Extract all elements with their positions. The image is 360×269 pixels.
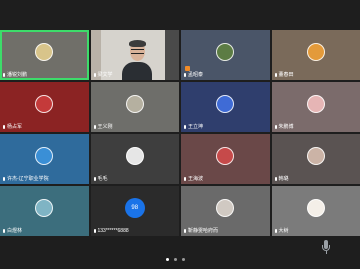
participant-name: 133******6888 bbox=[93, 228, 129, 234]
mic-icon bbox=[93, 125, 96, 129]
mic-icon bbox=[3, 125, 5, 129]
avatar bbox=[306, 95, 325, 113]
avatar bbox=[216, 43, 235, 61]
participant-tile[interactable]: 毛毛 bbox=[90, 134, 179, 184]
mic-icon bbox=[3, 73, 5, 77]
mic-icon bbox=[184, 229, 186, 233]
participant-name-text: 潘锐刘鹏 bbox=[7, 72, 28, 78]
participant-tile[interactable]: 98 133******6888 bbox=[90, 186, 179, 236]
participant-tile[interactable]: 朱鹏博 bbox=[271, 82, 360, 132]
participant-name-text: 王海波 bbox=[188, 176, 204, 182]
participant-tile[interactable]: 孟昭泰 bbox=[181, 30, 270, 80]
participant-name-text: 133******6888 bbox=[97, 228, 129, 234]
participant-name-text: 韩璐 bbox=[278, 176, 289, 182]
avatar bbox=[216, 199, 235, 217]
participant-tile[interactable]: 王立坤 bbox=[181, 82, 270, 132]
participant-name: 毛毛 bbox=[93, 176, 108, 182]
participant-name-text: 董春田 bbox=[278, 72, 294, 78]
page-indicator[interactable] bbox=[166, 258, 185, 261]
mic-icon bbox=[184, 177, 186, 181]
participant-tile[interactable]: 潘锐刘鹏 bbox=[0, 30, 89, 80]
participant-name-text: 孟昭泰 bbox=[188, 72, 204, 78]
participant-name-text: 毛毛 bbox=[97, 176, 108, 182]
page-dot[interactable] bbox=[166, 258, 169, 261]
participant-name-text: 王义刚 bbox=[97, 124, 113, 130]
mic-icon bbox=[93, 229, 96, 233]
participant-tile[interactable]: 韩璐 bbox=[271, 134, 360, 184]
mic-icon bbox=[274, 125, 277, 129]
avatar bbox=[216, 147, 235, 165]
participant-name-text: 梁文学 bbox=[97, 72, 113, 78]
avatar bbox=[306, 43, 325, 61]
participant-name: 靳静雯哈府而 bbox=[184, 228, 218, 234]
avatar bbox=[306, 147, 325, 165]
participant-tile[interactable]: 白煜林 bbox=[0, 186, 89, 236]
participant-name: 董春田 bbox=[274, 72, 294, 78]
avatar bbox=[35, 43, 54, 61]
microphone-icon-stem bbox=[325, 251, 327, 254]
mic-icon bbox=[3, 229, 5, 233]
participant-tile[interactable]: 王义刚 bbox=[90, 82, 179, 132]
avatar bbox=[35, 199, 54, 217]
avatar: 98 bbox=[124, 198, 145, 218]
mic-icon bbox=[93, 177, 96, 181]
background-shelf bbox=[165, 30, 179, 80]
participant-name: 大树 bbox=[274, 228, 289, 234]
mic-icon bbox=[93, 73, 96, 77]
participant-tile[interactable]: 王海波 bbox=[181, 134, 270, 184]
participant-name-text: 杨占军 bbox=[7, 124, 23, 130]
avatar bbox=[35, 147, 54, 165]
page-dot[interactable] bbox=[182, 258, 185, 261]
participant-name: 潘锐刘鹏 bbox=[3, 72, 27, 78]
participant-tile[interactable]: 大树 bbox=[271, 186, 360, 236]
participant-name: 王义刚 bbox=[93, 124, 113, 130]
participant-name-text: 靳静雯哈府而 bbox=[188, 228, 219, 234]
participant-name: 杨占军 bbox=[3, 124, 22, 130]
participant-tile[interactable]: 梁文学 bbox=[90, 30, 179, 80]
participant-name: 朱鹏博 bbox=[274, 124, 294, 130]
participant-name-text: 大树 bbox=[278, 228, 289, 234]
mic-icon bbox=[274, 177, 277, 181]
participant-grid: 潘锐刘鹏 梁文学 孟昭泰 董春田杨占军 王义刚 王立坤 朱鹏博许杰-辽宁职业学院 毛毛 王海波 韩… bbox=[0, 30, 360, 236]
avatar bbox=[125, 95, 144, 113]
video-feed bbox=[113, 34, 161, 80]
participant-name-text: 王立坤 bbox=[188, 124, 204, 130]
participant-name-text: 许杰-辽宁职业学院 bbox=[7, 176, 49, 182]
avatar bbox=[216, 95, 235, 113]
microphone-button[interactable] bbox=[318, 238, 334, 256]
participant-name: 白煜林 bbox=[3, 228, 22, 234]
mic-icon bbox=[3, 177, 5, 181]
participant-tile[interactable]: 靳静雯哈府而 bbox=[181, 186, 270, 236]
mic-icon bbox=[184, 73, 186, 77]
participant-name: 梁文学 bbox=[93, 72, 113, 78]
participant-name: 许杰-辽宁职业学院 bbox=[3, 176, 49, 182]
mic-icon bbox=[274, 229, 277, 233]
participant-name: 王海波 bbox=[184, 176, 203, 182]
participant-name-text: 白煜林 bbox=[7, 228, 23, 234]
participant-name: 孟昭泰 bbox=[184, 72, 203, 78]
avatar bbox=[306, 199, 325, 217]
page-dot[interactable] bbox=[174, 258, 177, 261]
mic-icon bbox=[274, 73, 277, 77]
host-icon bbox=[185, 66, 190, 71]
mic-icon bbox=[184, 125, 186, 129]
participant-name: 王立坤 bbox=[184, 124, 203, 130]
participant-tile[interactable]: 董春田 bbox=[271, 30, 360, 80]
avatar bbox=[125, 147, 144, 165]
participant-tile[interactable]: 许杰-辽宁职业学院 bbox=[0, 134, 89, 184]
participant-tile[interactable]: 杨占军 bbox=[0, 82, 89, 132]
participant-name-text: 朱鹏博 bbox=[278, 124, 294, 130]
avatar bbox=[35, 95, 54, 113]
participant-name: 韩璐 bbox=[274, 176, 289, 182]
